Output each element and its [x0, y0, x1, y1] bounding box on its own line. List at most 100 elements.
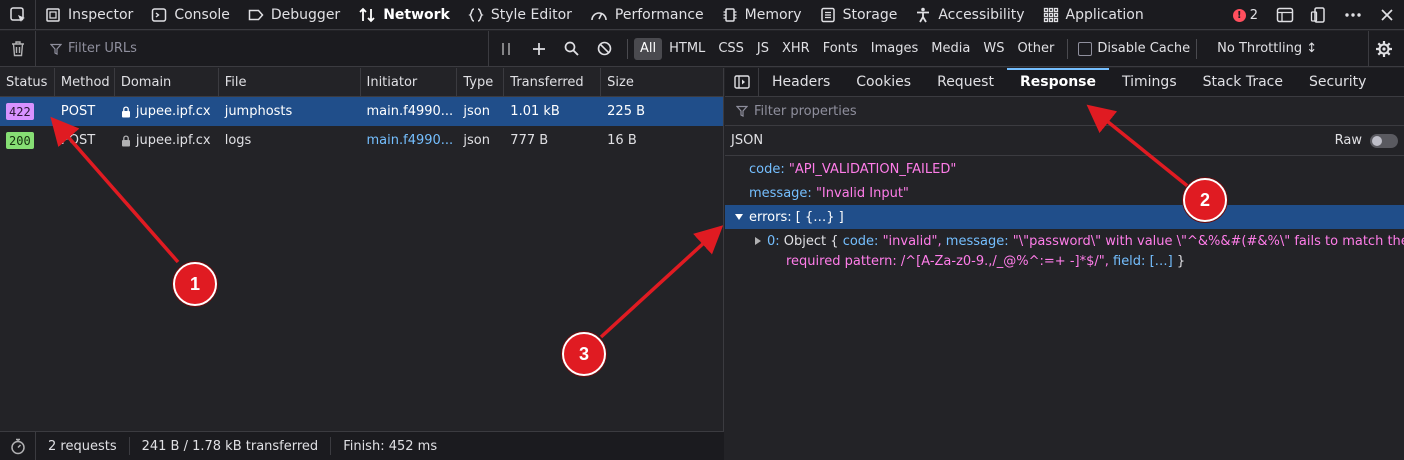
- filter-urls-input[interactable]: Filter URLs: [36, 30, 489, 67]
- toggle-sidebar-button[interactable]: [725, 67, 759, 97]
- json-object-prefix: Object {: [783, 234, 839, 249]
- column-header-initiator[interactable]: Initiator: [361, 68, 458, 97]
- type-filter-other[interactable]: Other: [1011, 38, 1060, 60]
- close-devtools-button[interactable]: [1370, 0, 1404, 30]
- type-filter-js[interactable]: JS: [751, 38, 775, 60]
- size-cell: 225 B: [607, 104, 646, 119]
- collapsed-arrow-icon[interactable]: [755, 237, 761, 245]
- column-header-file[interactable]: File: [219, 68, 361, 97]
- filter-properties-input[interactable]: Filter properties: [725, 97, 1404, 126]
- tab-debugger[interactable]: Debugger: [239, 0, 349, 30]
- search-icon: [564, 41, 579, 56]
- tab-cookies[interactable]: Cookies: [843, 68, 924, 97]
- tab-network[interactable]: Network: [349, 0, 459, 30]
- column-header-type[interactable]: Type: [457, 68, 505, 97]
- domain-cell: jupee.ipf.cx: [115, 97, 219, 126]
- tab-response[interactable]: Response: [1006, 67, 1110, 97]
- storage-icon: [820, 7, 835, 22]
- tab-label: Performance: [614, 6, 704, 23]
- network-icon: [359, 7, 375, 22]
- column-header-method[interactable]: Method: [55, 68, 115, 97]
- type-filter-all[interactable]: All: [634, 37, 663, 60]
- initiator-link[interactable]: main.f4990...: [361, 97, 458, 126]
- json-value: […]: [1149, 254, 1173, 269]
- request-row[interactable]: 422 POST jupee.ipf.cx jumphosts main.f49…: [0, 97, 723, 126]
- toggle-split-console-button[interactable]: [1268, 0, 1302, 30]
- element-picker-button[interactable]: [0, 0, 36, 30]
- details-tab-bar: Headers Cookies Request Response Timings…: [725, 67, 1404, 97]
- json-property-code[interactable]: code: "API_VALIDATION_FAILED": [725, 157, 1404, 181]
- json-section-header: JSON Raw: [725, 126, 1404, 156]
- domain-text: jupee.ipf.cx: [135, 133, 211, 148]
- type-filter-media[interactable]: Media: [925, 38, 976, 60]
- column-header-domain[interactable]: Domain: [115, 68, 219, 97]
- json-value-continued: required pattern: /^[A-Za-z0-9.,/_@%^:=+…: [786, 254, 1109, 269]
- search-button[interactable]: [555, 31, 588, 67]
- tab-inspector[interactable]: Inspector: [36, 0, 142, 30]
- tab-stack-trace[interactable]: Stack Trace: [1190, 68, 1296, 97]
- tab-performance[interactable]: Performance: [581, 0, 713, 30]
- type-cell: json: [463, 104, 490, 119]
- tab-style-editor[interactable]: Style Editor: [459, 0, 581, 30]
- json-property-errors[interactable]: errors: [ {…} ]: [725, 205, 1404, 229]
- close-icon: [1381, 9, 1393, 21]
- dock-options-button[interactable]: [1302, 0, 1336, 30]
- status-cell: 200: [0, 126, 55, 155]
- error-count-badge[interactable]: ! 2: [1232, 7, 1258, 23]
- disable-cache-checkbox[interactable]: Disable Cache: [1078, 41, 1190, 56]
- throttling-select[interactable]: No Throttling ↕: [1217, 41, 1317, 56]
- type-filter-css[interactable]: CSS: [712, 38, 750, 60]
- filter-placeholder: Filter URLs: [68, 41, 137, 56]
- type-filter-html[interactable]: HTML: [663, 38, 711, 60]
- trash-icon: [11, 41, 24, 57]
- type-filter-ws[interactable]: WS: [977, 38, 1010, 60]
- tab-headers[interactable]: Headers: [759, 68, 843, 97]
- tab-application[interactable]: Application: [1034, 0, 1153, 30]
- element-picker-icon: [9, 6, 25, 22]
- performance-icon: [591, 11, 607, 20]
- tab-timings[interactable]: Timings: [1109, 68, 1190, 97]
- initiator-link[interactable]: main.f4990...: [361, 126, 458, 155]
- json-property-message[interactable]: message: "Invalid Input": [725, 181, 1404, 205]
- request-row[interactable]: 200 POST jupee.ipf.cx logs main.f4990...…: [0, 126, 723, 155]
- network-toolbar: Filter URLs All HTML CSS JS XHR Fonts Im…: [0, 30, 1404, 67]
- json-key: message:: [945, 234, 1009, 249]
- clear-requests-button[interactable]: [0, 30, 36, 67]
- network-settings-button[interactable]: [1368, 31, 1398, 67]
- column-header-size[interactable]: Size: [601, 68, 723, 97]
- gear-icon: [1375, 41, 1392, 57]
- tab-request[interactable]: Request: [924, 68, 1007, 97]
- status-badge: 200: [6, 132, 34, 149]
- pause-recording-button[interactable]: [489, 31, 522, 67]
- add-request-button[interactable]: [522, 31, 555, 67]
- memory-icon: [723, 7, 737, 22]
- domain-text: jupee.ipf.cx: [135, 104, 211, 119]
- application-icon: [1043, 7, 1058, 22]
- more-options-button[interactable]: [1336, 0, 1370, 30]
- column-header-transferred[interactable]: Transferred: [504, 68, 602, 97]
- tab-label: Application: [1065, 6, 1144, 23]
- performance-analysis-button[interactable]: [0, 431, 36, 460]
- type-filter-images[interactable]: Images: [865, 38, 925, 60]
- error-count: 2: [1249, 7, 1258, 23]
- json-error-item[interactable]: 0: Object { code: "invalid", message: "\…: [725, 232, 1404, 272]
- block-requests-button[interactable]: [588, 31, 621, 67]
- type-filter-xhr[interactable]: XHR: [776, 38, 816, 60]
- responsive-design-icon: [1310, 7, 1325, 23]
- tab-memory[interactable]: Memory: [713, 0, 811, 30]
- raw-switch[interactable]: [1370, 133, 1398, 148]
- type-filter-fonts[interactable]: Fonts: [817, 38, 864, 60]
- tab-console[interactable]: Console: [142, 0, 239, 30]
- debugger-icon: [248, 9, 264, 20]
- tab-accessibility[interactable]: Accessibility: [906, 0, 1033, 30]
- raw-toggle[interactable]: Raw: [1335, 133, 1398, 148]
- column-header-status[interactable]: Status: [0, 68, 55, 97]
- lock-icon: [121, 134, 130, 146]
- expanded-arrow-icon[interactable]: [735, 214, 743, 220]
- status-cell: 422: [0, 97, 55, 126]
- accessibility-icon: [917, 7, 930, 22]
- tab-security[interactable]: Security: [1296, 68, 1380, 97]
- toolbar-separator: [1196, 38, 1198, 59]
- tab-storage[interactable]: Storage: [811, 0, 907, 30]
- checkbox-box[interactable]: [1078, 41, 1093, 56]
